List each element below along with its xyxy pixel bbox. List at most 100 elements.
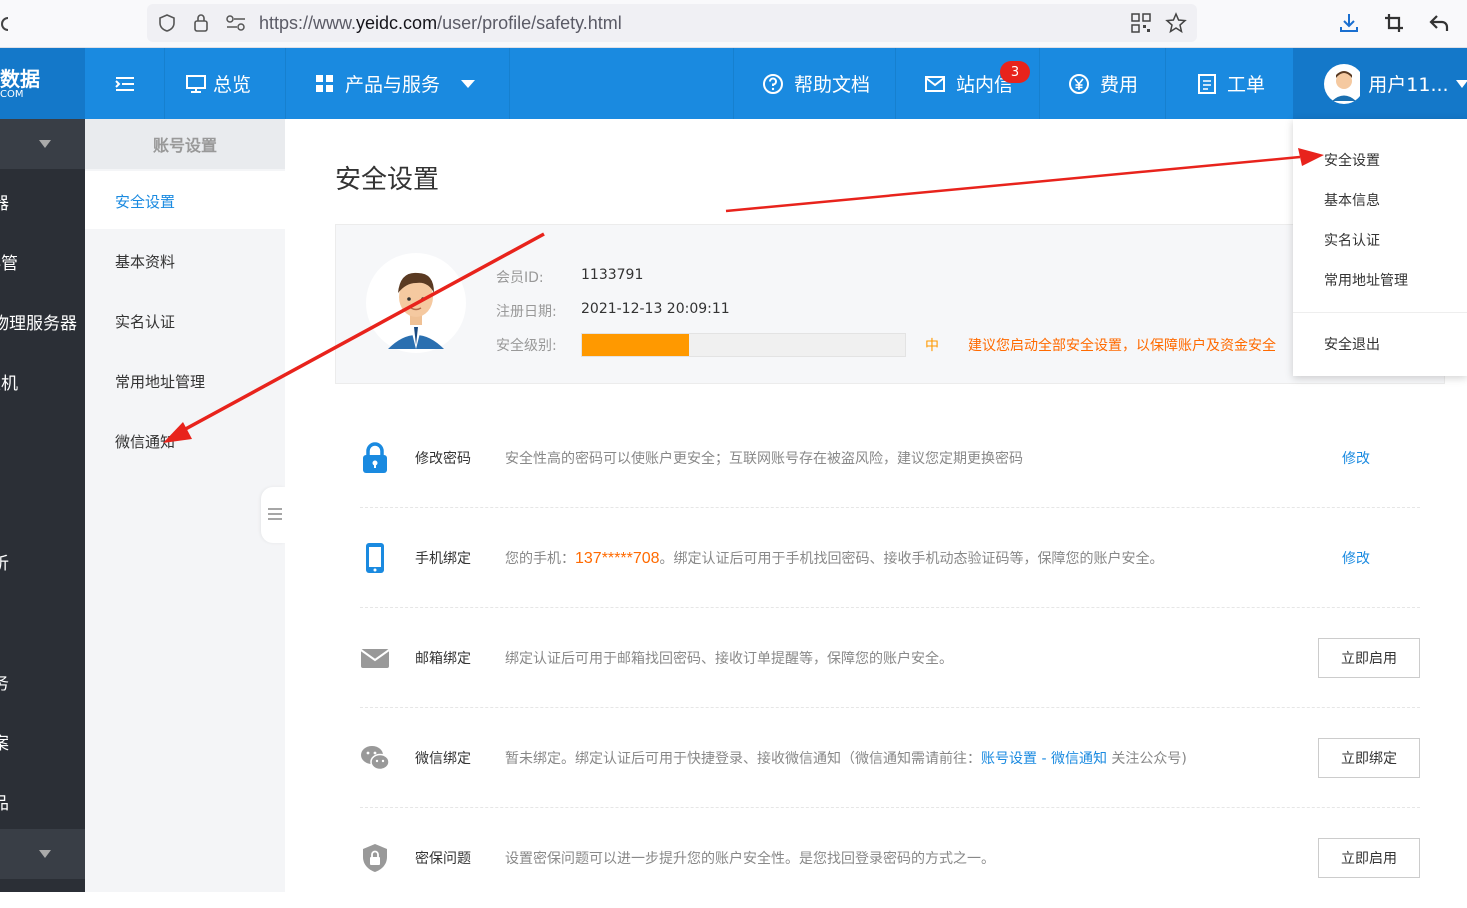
- security-row-password: 修改密码 安全性高的密码可以使账户更安全；互联网账号存在被盗风险，建议您定期更换…: [360, 408, 1420, 508]
- row-description: 暂未绑定。绑定认证后可用于快捷登录、接收微信通知（微信通知需请前往：账号设置 -…: [505, 748, 1187, 768]
- reg-date-label: 注册日期:: [496, 304, 557, 320]
- nav-user-label: 用户11...: [1368, 74, 1449, 96]
- back-arrow-icon[interactable]: [1428, 12, 1450, 34]
- row-title: 邮箱绑定: [415, 651, 471, 667]
- masked-phone: 137*****708: [575, 550, 660, 567]
- lock-icon: [363, 442, 387, 473]
- sidebar-toggle-button[interactable]: [261, 487, 285, 543]
- sidebar-item[interactable]: 析: [0, 549, 77, 574]
- nav-help-docs[interactable]: 帮助文档: [762, 48, 870, 119]
- qr-code-icon[interactable]: [1131, 13, 1151, 33]
- menu-toggle-button[interactable]: [85, 48, 165, 119]
- security-level-fill: [582, 334, 689, 356]
- dropdown-item-verification[interactable]: 实名认证: [1324, 230, 1380, 250]
- monitor-icon: [186, 74, 206, 93]
- row-title: 微信绑定: [415, 751, 471, 767]
- reload-icon[interactable]: [0, 14, 10, 34]
- dropdown-item-security[interactable]: 安全设置: [1324, 150, 1380, 170]
- phone-icon: [366, 543, 384, 573]
- nav-messages[interactable]: 站内信: [924, 48, 1013, 119]
- row-description: 设置密保问题可以进一步提升您的账户安全性。是您找回登录密码的方式之一。: [505, 851, 995, 867]
- user-dropdown-menu: 安全设置 基本信息 实名认证 常用地址管理 安全退出: [1293, 119, 1467, 376]
- bind-wechat-button[interactable]: 立即绑定: [1318, 738, 1420, 778]
- caret-down-icon: [461, 79, 476, 88]
- lock-icon[interactable]: [192, 12, 210, 34]
- user-avatar: [1324, 63, 1361, 104]
- nav-divider: [895, 48, 896, 119]
- subnav-item-security[interactable]: 安全设置: [115, 191, 175, 212]
- nav-divider: [285, 48, 286, 119]
- envelope-icon: [925, 75, 945, 92]
- hamburger-icon: [268, 508, 282, 520]
- nav-products[interactable]: 产品与服务: [315, 48, 476, 119]
- nav-divider: [164, 48, 165, 119]
- subnav-item-wechat-notify[interactable]: 微信通知: [115, 431, 175, 452]
- url-text[interactable]: https://www.yeidc.com/user/profile/safet…: [259, 13, 622, 34]
- bookmark-star-icon[interactable]: [1165, 12, 1187, 34]
- nav-billing[interactable]: 费用: [1068, 48, 1138, 119]
- account-summary-card: 会员ID: 1133791 注册日期: 2021-12-13 20:09:11 …: [335, 224, 1445, 384]
- enable-security-question-button[interactable]: 立即启用: [1318, 838, 1420, 878]
- security-level-value: 中: [925, 338, 939, 354]
- member-id-value: 1133791: [581, 267, 644, 283]
- row-description-suffix: 。绑定认证后可用于手机找回密码、接收手机动态验证码等，保障您的账户安全。: [659, 551, 1164, 567]
- ticket-doc-icon: [1198, 73, 1216, 94]
- security-level-label: 安全级别:: [496, 338, 557, 354]
- dropdown-item-addresses[interactable]: 常用地址管理: [1324, 270, 1408, 290]
- nav-overview[interactable]: 总览: [185, 48, 251, 119]
- reg-date-value: 2021-12-13 20:09:11: [581, 301, 730, 317]
- security-row-email: 邮箱绑定 绑定认证后可用于邮箱找回密码、接收订单提醒等，保障您的账户安全。 立即…: [360, 608, 1420, 708]
- subnav-item-verification[interactable]: 实名认证: [115, 311, 175, 332]
- download-icon[interactable]: [1338, 12, 1360, 34]
- nav-divider: [1039, 48, 1040, 119]
- sidebar-item[interactable]: 案: [0, 729, 77, 754]
- row-title: 手机绑定: [415, 551, 471, 567]
- top-navigation: 数据 COM 总览 产品与服务 帮助文档 站内信 3 费用 工单 用户11...: [0, 48, 1467, 119]
- address-bar[interactable]: https://www.yeidc.com/user/profile/safet…: [147, 4, 1197, 42]
- site-permissions-icon[interactable]: [225, 14, 247, 32]
- help-icon: [763, 73, 783, 94]
- dropdown-item-logout[interactable]: 安全退出: [1324, 334, 1380, 354]
- security-level-bar: [581, 333, 906, 357]
- shield-icon[interactable]: [157, 13, 177, 33]
- sidebar-item[interactable]: 存管: [0, 249, 69, 274]
- caret-down-icon: [1455, 79, 1467, 88]
- subnav-item-profile[interactable]: 基本资料: [115, 251, 175, 272]
- sidebar-item[interactable]: 务: [0, 669, 77, 694]
- row-description: 您的手机：137*****708。绑定认证后可用于手机找回密码、接收手机动态验证…: [505, 548, 1164, 568]
- nav-tickets[interactable]: 工单: [1197, 48, 1265, 119]
- profile-avatar: [366, 253, 466, 353]
- row-description-prefix: 您的手机：: [505, 551, 575, 567]
- crop-icon[interactable]: [1383, 12, 1405, 34]
- sidebar-collapse-footer[interactable]: [0, 829, 85, 879]
- security-row-phone: 手机绑定 您的手机：137*****708。绑定认证后可用于手机找回密码、接收手…: [360, 508, 1420, 608]
- enable-email-button[interactable]: 立即启用: [1318, 638, 1420, 678]
- sidebar-collapse-header[interactable]: [0, 119, 85, 169]
- member-id-label: 会员ID:: [496, 270, 544, 286]
- nav-billing-label: 费用: [1100, 74, 1139, 96]
- sidebar-item[interactable]: 品: [0, 789, 77, 814]
- modify-password-link[interactable]: 修改: [1342, 448, 1370, 468]
- grid-icon: [316, 74, 333, 92]
- modify-phone-link[interactable]: 修改: [1342, 548, 1370, 568]
- row-title: 修改密码: [415, 451, 471, 467]
- caret-down-icon: [39, 140, 51, 148]
- brand-sub: COM: [0, 88, 24, 100]
- security-level-tip: 建议您启动全部安全设置，以保障账户及资金安全: [968, 338, 1276, 354]
- wechat-icon: [361, 746, 390, 771]
- row-title: 密保问题: [415, 851, 471, 867]
- sidebar-item[interactable]: 主机: [0, 369, 69, 394]
- nav-user-menu[interactable]: 用户11...: [1293, 48, 1467, 119]
- sidebar-item[interactable]: 器: [0, 189, 77, 214]
- nav-divider: [733, 48, 734, 119]
- account-sidebar-header: 账号设置: [85, 119, 285, 169]
- dropdown-item-basic-info[interactable]: 基本信息: [1324, 190, 1380, 210]
- sidebar-item[interactable]: 物理服务器: [0, 309, 77, 334]
- wechat-notify-link[interactable]: 账号设置 - 微信通知: [981, 751, 1107, 767]
- row-description: 绑定认证后可用于邮箱找回密码、接收订单提醒等，保障您的账户安全。: [505, 651, 953, 667]
- nav-divider: [1165, 48, 1166, 119]
- subnav-item-addresses[interactable]: 常用地址管理: [115, 371, 205, 392]
- row-description-suffix: 关注公众号): [1106, 751, 1187, 767]
- brand-logo[interactable]: 数据 COM: [0, 48, 85, 119]
- security-row-question: 密保问题 设置密保问题可以进一步提升您的账户安全性。是您找回登录密码的方式之一。…: [360, 808, 1420, 908]
